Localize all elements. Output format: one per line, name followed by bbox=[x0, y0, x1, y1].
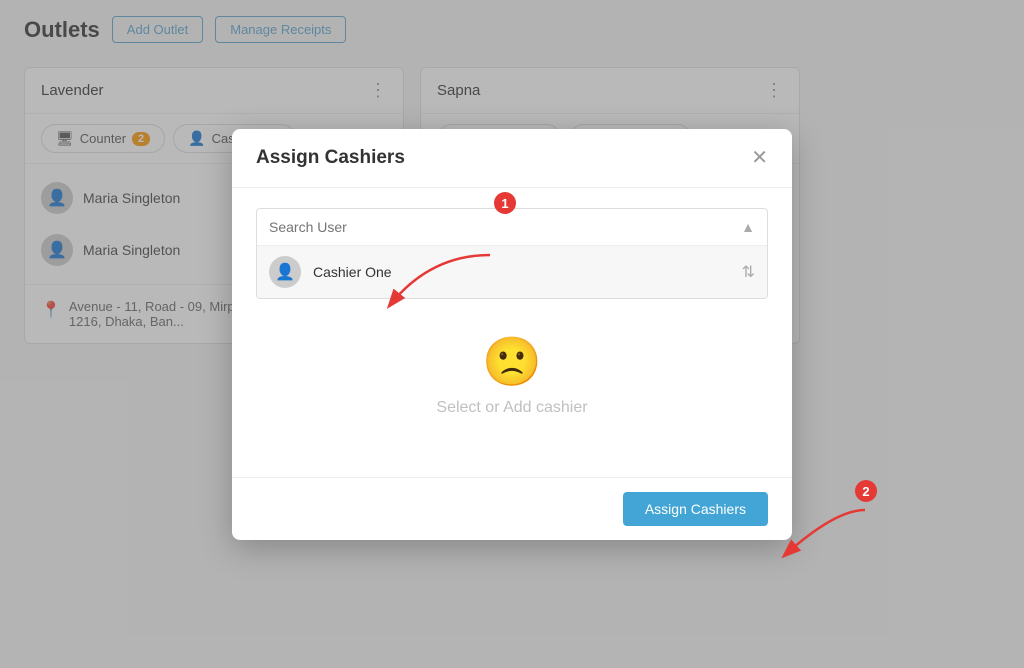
dropdown-item-cashier-one[interactable]: 👤 Cashier One ⇅ bbox=[257, 246, 767, 298]
modal-footer: Assign Cashiers bbox=[232, 477, 792, 540]
search-input[interactable] bbox=[269, 219, 741, 235]
modal-body: ▲ 👤 Cashier One ⇅ 🙁 Select or Add cashie… bbox=[232, 188, 792, 477]
modal-backdrop: Assign Cashiers ✕ ▲ 👤 Cashier One ⇅ bbox=[0, 0, 1024, 668]
cashier-one-name: Cashier One bbox=[313, 264, 730, 280]
empty-state: 🙁 Select or Add cashier bbox=[256, 299, 768, 457]
search-dropdown: ▲ 👤 Cashier One ⇅ bbox=[256, 208, 768, 299]
assign-cashiers-button[interactable]: Assign Cashiers bbox=[623, 492, 768, 526]
cashier-one-avatar: 👤 bbox=[269, 256, 301, 288]
empty-state-text: Select or Add cashier bbox=[436, 399, 587, 417]
assign-cashiers-modal: Assign Cashiers ✕ ▲ 👤 Cashier One ⇅ bbox=[232, 129, 792, 540]
modal-header: Assign Cashiers ✕ bbox=[232, 129, 792, 188]
chevron-up-icon: ▲ bbox=[741, 219, 755, 235]
page: Outlets Add Outlet Manage Receipts Laven… bbox=[0, 0, 1024, 668]
modal-close-button[interactable]: ✕ bbox=[751, 148, 768, 168]
sort-icon: ⇅ bbox=[742, 262, 755, 282]
sad-face-icon: 🙁 bbox=[482, 339, 542, 387]
search-input-row: ▲ bbox=[257, 209, 767, 246]
modal-title: Assign Cashiers bbox=[256, 147, 405, 169]
